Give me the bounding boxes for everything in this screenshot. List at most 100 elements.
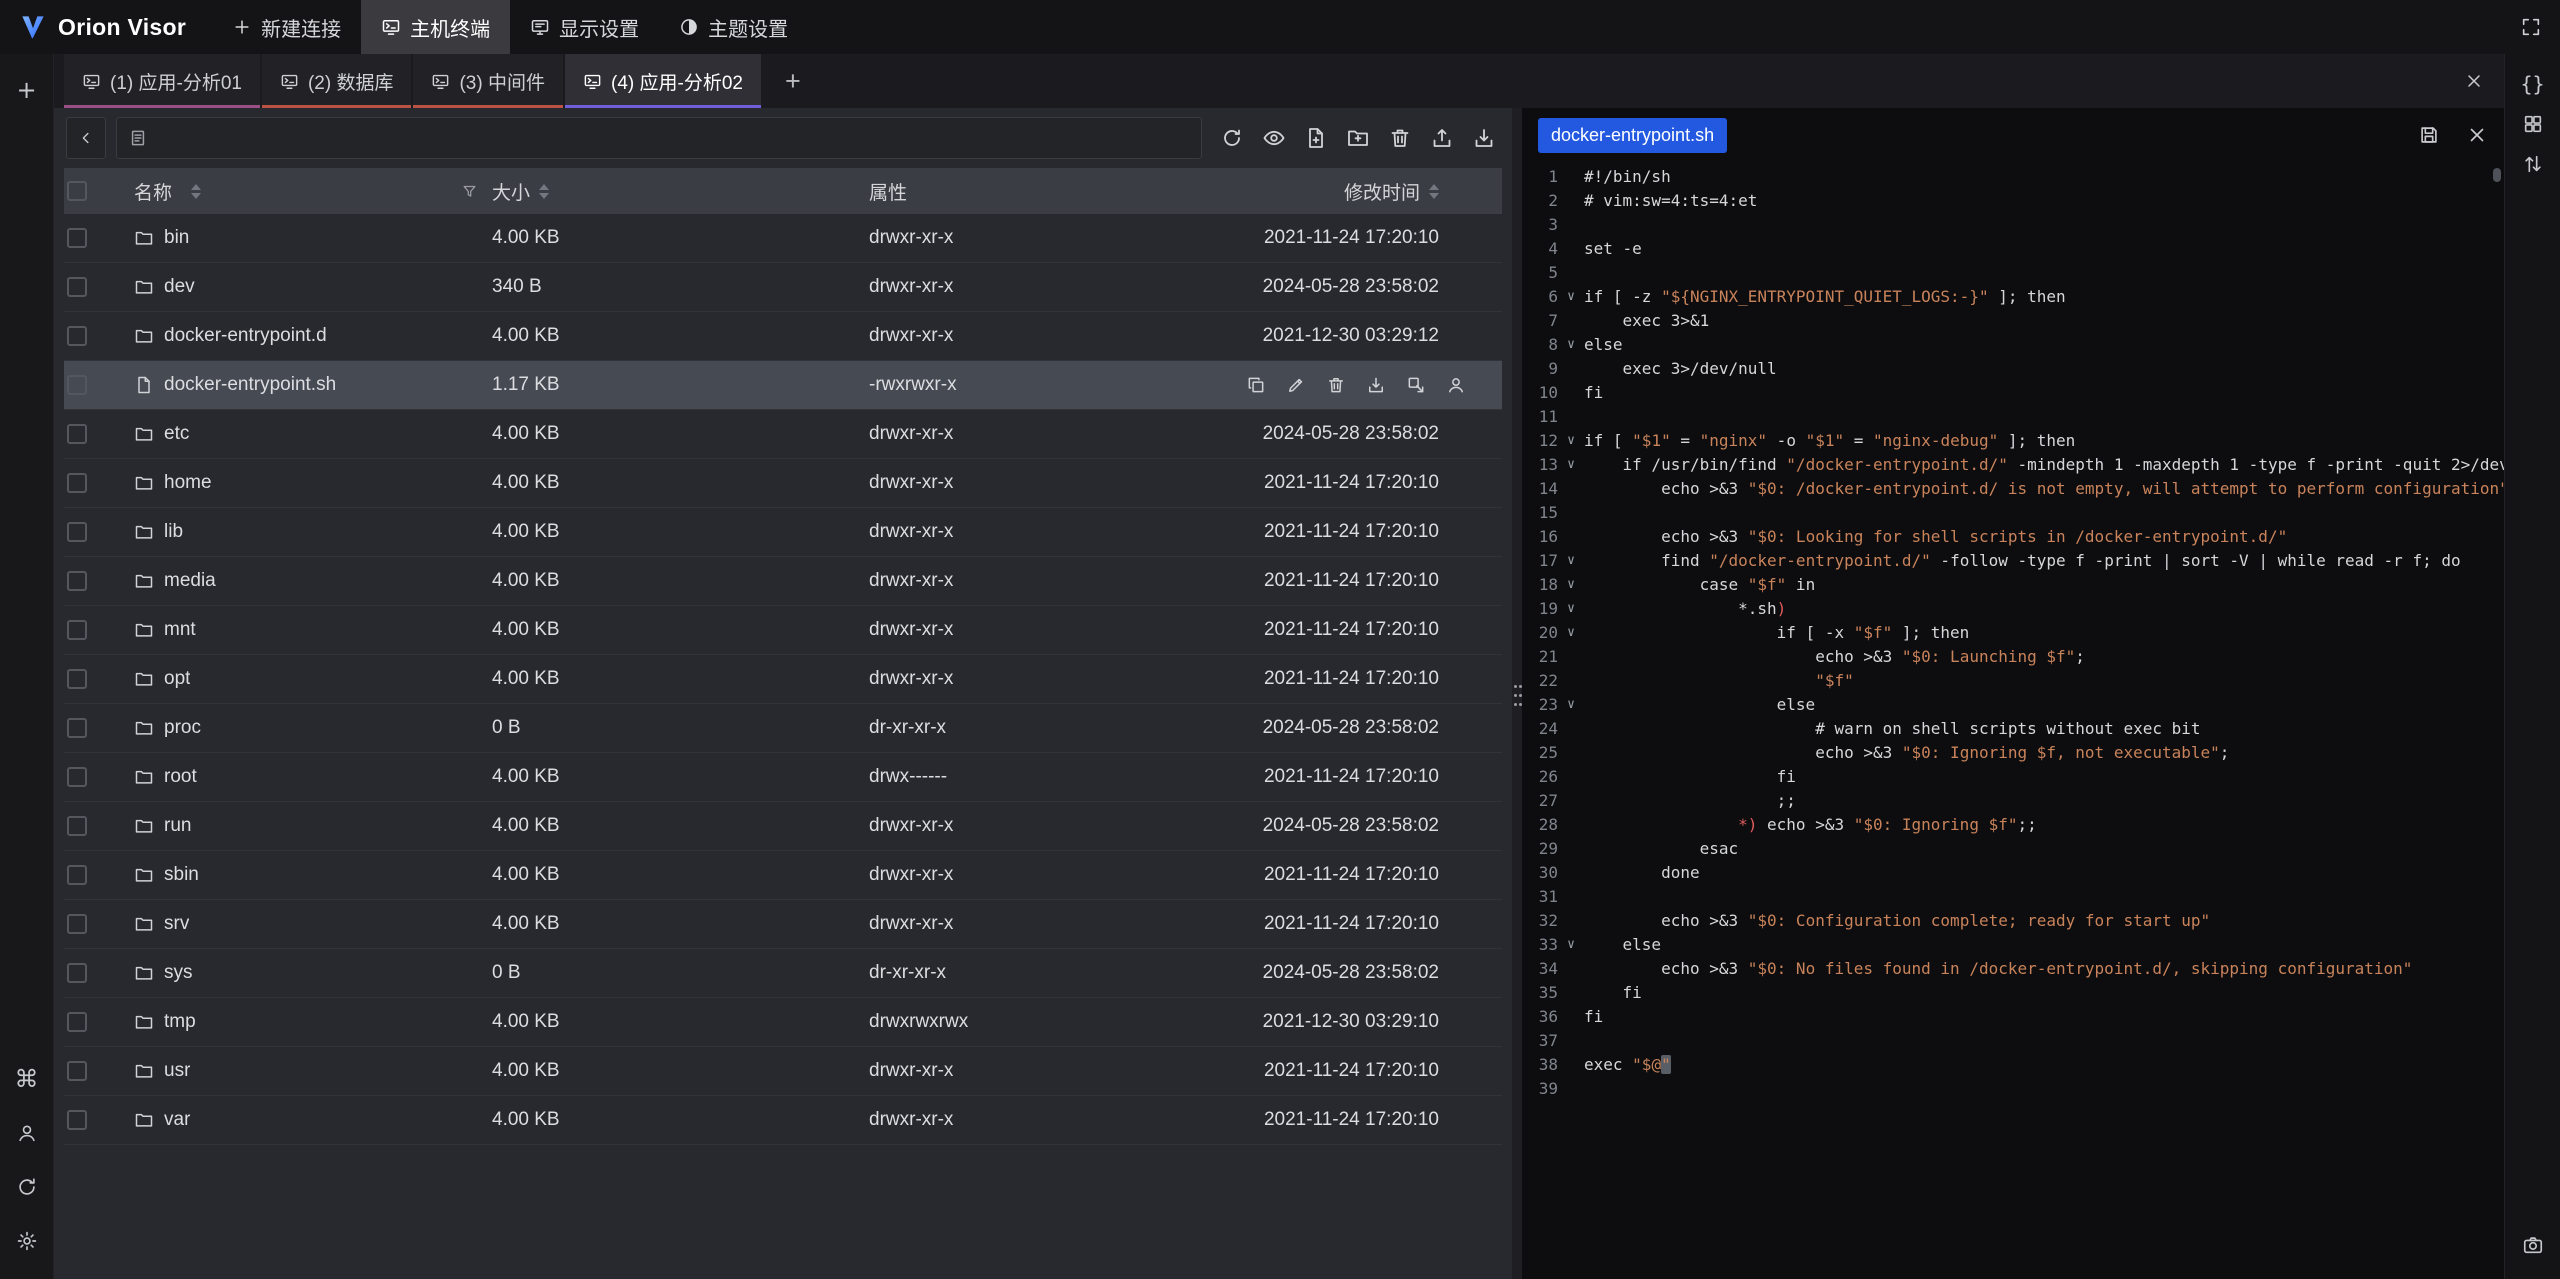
delete-icon[interactable] [1388,126,1412,150]
sort-carets-icon[interactable] [191,184,201,199]
file-row-var[interactable]: var4.00 KBdrwxr-xr-x2021-11-24 17:20:10 [64,1096,1502,1145]
show-hidden-icon[interactable] [1262,126,1286,150]
code-lines[interactable]: 1#!/bin/sh2# vim:sw=4:ts=4:et34set -e56∨… [1522,165,2504,1101]
copy-path-icon[interactable] [1406,375,1426,395]
download-icon[interactable] [1472,126,1496,150]
column-header-4[interactable]: 修改时间 [1249,178,1502,205]
row-checkbox[interactable] [67,473,87,493]
column-header-2[interactable]: 大小 [492,178,869,205]
row-checkbox[interactable] [67,669,87,689]
back-button[interactable] [66,117,106,159]
row-checkbox[interactable] [67,375,87,395]
sort-carets-icon[interactable] [1429,184,1439,199]
sort-swap-button[interactable] [2513,144,2553,184]
copy-icon[interactable] [1246,375,1266,395]
row-checkbox[interactable] [67,1012,87,1032]
file-row-mnt[interactable]: mnt4.00 KBdrwxr-xr-x2021-11-24 17:20:10 [64,606,1502,655]
brand[interactable]: Orion Visor [0,0,212,54]
file-row-lib[interactable]: lib4.00 KBdrwxr-xr-x2021-11-24 17:20:10 [64,508,1502,557]
row-checkbox[interactable] [67,865,87,885]
row-checkbox[interactable] [67,963,87,983]
file-row-tmp[interactable]: tmp4.00 KBdrwxrwxrwx2021-12-30 03:29:10 [64,998,1502,1047]
pane-splitter[interactable] [1512,108,1522,1279]
add-tab-button[interactable]: + [763,54,823,108]
row-checkbox[interactable] [67,424,87,444]
sort-carets-icon[interactable] [539,184,549,199]
sync-button[interactable] [7,1167,47,1207]
fold-chevron-icon[interactable]: ∨ [1558,429,1584,453]
file-row-usr[interactable]: usr4.00 KBdrwxr-xr-x2021-11-24 17:20:10 [64,1047,1502,1096]
file-time-cell: 2021-11-24 17:20:10 [1249,913,1502,935]
row-checkbox[interactable] [67,571,87,591]
fold-chevron-icon[interactable]: ∨ [1558,933,1584,957]
row-checkbox[interactable] [67,914,87,934]
new-folder-icon[interactable] [1346,126,1370,150]
nav-item-theme-settings[interactable]: 主题设置 [659,0,808,54]
code-line-29: 29 esac [1522,837,2504,861]
command-button[interactable]: ⌘ [7,1059,47,1099]
settings-gear-button[interactable] [7,1221,47,1261]
select-all-checkbox[interactable] [67,181,87,201]
file-row-bin[interactable]: bin4.00 KBdrwxr-xr-x2021-11-24 17:20:10 [64,214,1502,263]
column-header-1[interactable]: 名称 [110,178,492,205]
row-checkbox[interactable] [67,620,87,640]
delete-icon[interactable] [1326,375,1346,395]
fold-chevron-icon[interactable]: ∨ [1558,597,1584,621]
file-row-run[interactable]: run4.00 KBdrwxr-xr-x2024-05-28 23:58:02 [64,802,1502,851]
row-checkbox[interactable] [67,277,87,297]
new-tab-button[interactable]: + [7,70,47,110]
close-editor-icon[interactable] [2466,124,2488,146]
file-row-proc[interactable]: proc0 Bdr-xr-xr-x2024-05-28 23:58:02 [64,704,1502,753]
fold-chevron-icon[interactable]: ∨ [1558,549,1584,573]
row-checkbox[interactable] [67,816,87,836]
edit-icon[interactable] [1286,375,1306,395]
nav-item-display-settings[interactable]: 显示设置 [510,0,659,54]
file-row-docker-entrypoint.d[interactable]: docker-entrypoint.d4.00 KBdrwxr-xr-x2021… [64,312,1502,361]
column-header-3[interactable]: 属性 [869,178,1249,205]
refresh-icon[interactable] [1220,126,1244,150]
fold-chevron-icon[interactable]: ∨ [1558,621,1584,645]
row-checkbox[interactable] [67,228,87,248]
editor-scrollbar[interactable] [2493,168,2501,182]
row-checkbox[interactable] [67,718,87,738]
path-input[interactable] [116,117,1202,159]
fold-chevron-icon[interactable]: ∨ [1558,573,1584,597]
file-row-dev[interactable]: dev340 Bdrwxr-xr-x2024-05-28 23:58:02 [64,263,1502,312]
close-all-tabs-icon[interactable] [2464,71,2484,91]
fold-chevron-icon[interactable]: ∨ [1558,453,1584,477]
terminal-tab-1[interactable]: (1) 应用-分析01 [64,54,260,108]
nav-item-host-terminal[interactable]: 主机终端 [361,0,510,54]
permission-icon[interactable] [1446,375,1466,395]
file-row-sys[interactable]: sys0 Bdr-xr-xr-x2024-05-28 23:58:02 [64,949,1502,998]
file-row-docker-entrypoint.sh[interactable]: docker-entrypoint.sh1.17 KB-rwxrwxr-x [64,361,1502,410]
editor-file-tab[interactable]: docker-entrypoint.sh [1538,118,1727,153]
row-checkbox[interactable] [67,1061,87,1081]
variables-button[interactable]: {} [2513,64,2553,104]
terminal-tab-3[interactable]: (3) 中间件 [413,54,563,108]
row-checkbox[interactable] [67,522,87,542]
row-checkbox[interactable] [67,1110,87,1130]
screenshot-camera-button[interactable] [2513,1225,2553,1265]
download-icon[interactable] [1366,375,1386,395]
fold-chevron-icon[interactable]: ∨ [1558,285,1584,309]
terminal-tab-2[interactable]: (2) 数据库 [262,54,412,108]
fold-chevron-icon[interactable]: ∨ [1558,693,1584,717]
layout-grid-button[interactable] [2513,104,2553,144]
file-row-media[interactable]: media4.00 KBdrwxr-xr-x2021-11-24 17:20:1… [64,557,1502,606]
file-row-etc[interactable]: etc4.00 KBdrwxr-xr-x2024-05-28 23:58:02 [64,410,1502,459]
user-button[interactable] [7,1113,47,1153]
save-icon[interactable] [2418,124,2440,146]
file-row-opt[interactable]: opt4.00 KBdrwxr-xr-x2021-11-24 17:20:10 [64,655,1502,704]
row-checkbox[interactable] [67,326,87,346]
upload-icon[interactable] [1430,126,1454,150]
fold-chevron-icon[interactable]: ∨ [1558,333,1584,357]
new-file-icon[interactable] [1304,126,1328,150]
nav-item-new-connection[interactable]: 新建连接 [212,0,361,54]
file-row-srv[interactable]: srv4.00 KBdrwxr-xr-x2021-11-24 17:20:10 [64,900,1502,949]
file-row-home[interactable]: home4.00 KBdrwxr-xr-x2021-11-24 17:20:10 [64,459,1502,508]
fullscreen-icon[interactable] [2520,16,2542,38]
terminal-tab-4[interactable]: (4) 应用-分析02 [565,54,761,108]
file-row-root[interactable]: root4.00 KBdrwx------2021-11-24 17:20:10 [64,753,1502,802]
file-row-sbin[interactable]: sbin4.00 KBdrwxr-xr-x2021-11-24 17:20:10 [64,851,1502,900]
row-checkbox[interactable] [67,767,87,787]
